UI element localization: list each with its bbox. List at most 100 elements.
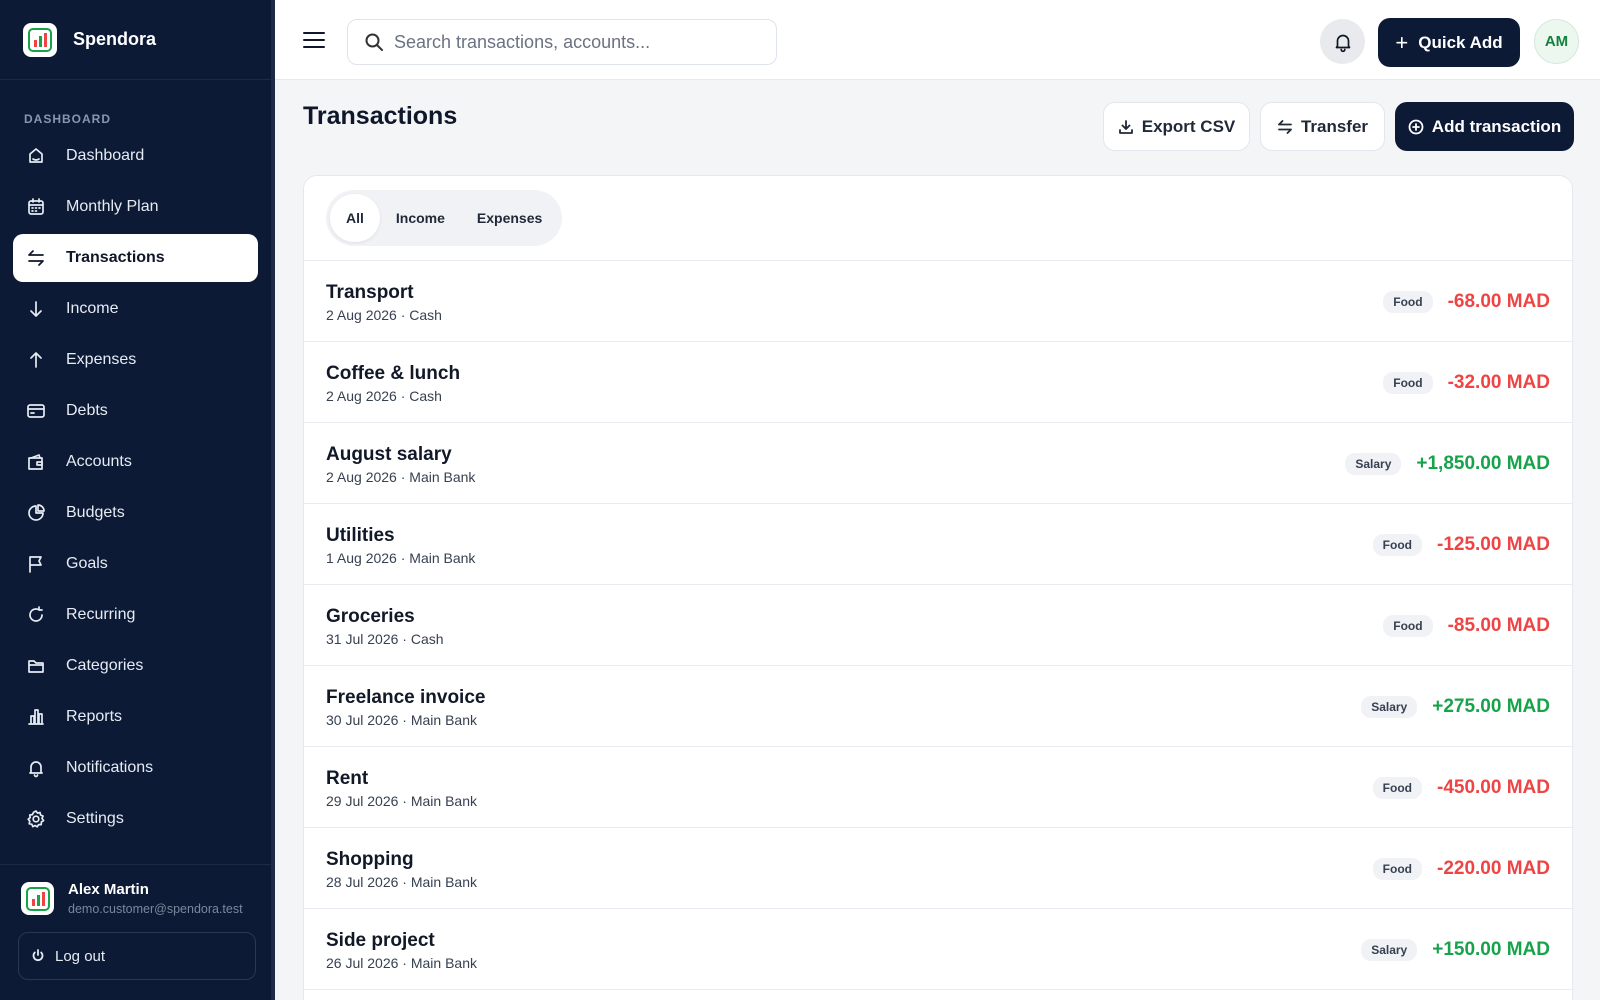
transaction-meta: 1 Aug 2026 · Main Bank [326, 550, 476, 566]
sidebar-item-notifications[interactable]: Notifications [13, 744, 258, 792]
sidebar-item-settings[interactable]: Settings [13, 795, 258, 843]
transaction-amount: -220.00 MAD [1437, 857, 1550, 879]
transaction-amount: -68.00 MAD [1447, 290, 1550, 312]
notifications-button[interactable] [1320, 19, 1365, 64]
user-email: demo.customer@spendora.test [68, 902, 243, 916]
wallet-icon [26, 452, 46, 472]
search-icon [365, 33, 383, 51]
sidebar-item-reports[interactable]: Reports [13, 693, 258, 741]
transaction-amount: -125.00 MAD [1437, 533, 1550, 555]
filter-bar: All Income Expenses [304, 176, 1572, 261]
brand[interactable]: Spendora [0, 0, 271, 80]
sidebar-item-goals[interactable]: Goals [13, 540, 258, 588]
sidebar-item-dashboard[interactable]: Dashboard [13, 132, 258, 180]
transaction-row[interactable]: Freelance invoice 30 Jul 2026 · Main Ban… [304, 666, 1572, 747]
category-badge: Food [1372, 857, 1422, 880]
transaction-amount: +150.00 MAD [1432, 938, 1550, 960]
page-title: Transactions [303, 102, 458, 130]
transaction-row[interactable]: Shopping 28 Jul 2026 · Main Bank Food -2… [304, 828, 1572, 909]
transaction-title: Transport [326, 282, 414, 303]
tab-income[interactable]: Income [380, 194, 461, 242]
sidebar-item-income[interactable]: Income [13, 285, 258, 333]
transactions-card: All Income Expenses Transport 2 Aug 2026… [303, 175, 1573, 1000]
quick-add-button[interactable]: + Quick Add [1378, 18, 1520, 67]
sidebar-item-expenses[interactable]: Expenses [13, 336, 258, 384]
sidebar-item-debts[interactable]: Debts [13, 387, 258, 435]
category-badge: Food [1383, 371, 1433, 394]
sidebar: Spendora DASHBOARD Dashboard Monthly Pla… [0, 0, 275, 1000]
transaction-title: August salary [326, 444, 452, 465]
sidebar-item-label: Reports [66, 708, 123, 725]
add-transaction-button[interactable]: Add transaction [1395, 102, 1574, 151]
transaction-meta: 2 Aug 2026 · Cash [326, 307, 442, 323]
transaction-row[interactable]: Side project 26 Jul 2026 · Main Bank Sal… [304, 909, 1572, 990]
transaction-title: Groceries [326, 606, 415, 627]
transfer-label: Transfer [1300, 116, 1369, 136]
transaction-row[interactable]: Utilities 1 Aug 2026 · Main Bank Food -1… [304, 504, 1572, 585]
search-bar[interactable] [347, 19, 777, 65]
transaction-row[interactable]: August salary 2 Aug 2026 · Main Bank Sal… [304, 423, 1572, 504]
sidebar-item-label: Accounts [66, 453, 132, 470]
transaction-title: Freelance invoice [326, 687, 486, 708]
folder-icon [26, 656, 46, 676]
category-badge: Salary [1361, 938, 1418, 961]
gear-icon [26, 809, 46, 829]
sidebar-item-accounts[interactable]: Accounts [13, 438, 258, 486]
flag-icon [26, 554, 46, 574]
sidebar-item-label: Notifications [66, 759, 154, 776]
user-panel: Alex Martin demo.customer@spendora.test … [0, 864, 271, 1000]
transaction-row[interactable]: Transport 2 Aug 2026 · Cash Food -68.00 … [304, 261, 1572, 342]
category-badge: Food [1372, 776, 1422, 799]
sidebar-item-monthly-plan[interactable]: Monthly Plan [13, 183, 258, 231]
avatar[interactable]: AM [1534, 19, 1579, 64]
export-csv-button[interactable]: Export CSV [1103, 102, 1250, 151]
calendar-icon [26, 197, 46, 217]
category-badge: Food [1383, 614, 1433, 637]
logout-label: Log out [55, 947, 106, 965]
transaction-meta: 28 Jul 2026 · Main Bank [326, 874, 477, 890]
category-badge: Salary [1361, 695, 1418, 718]
category-badge: Salary [1345, 452, 1402, 475]
sidebar-item-recurring[interactable]: Recurring [13, 591, 258, 639]
sidebar-item-label: Debts [66, 402, 108, 419]
logout-button[interactable]: Log out [18, 932, 256, 980]
sidebar-item-transactions[interactable]: Transactions [13, 234, 258, 282]
transaction-title: Utilities [326, 525, 395, 546]
arrow-up-icon [26, 350, 46, 370]
brand-name: Spendora [73, 29, 157, 49]
sidebar-item-label: Transactions [66, 249, 165, 266]
nav-section-label: DASHBOARD [24, 112, 111, 126]
arrows-exchange-icon [26, 248, 46, 268]
transaction-row[interactable]: Groceries 31 Jul 2026 · Cash Food -85.00… [304, 585, 1572, 666]
sidebar-item-categories[interactable]: Categories [13, 642, 258, 690]
bell-icon [1335, 34, 1350, 52]
tab-expenses[interactable]: Expenses [461, 194, 558, 242]
download-icon [1118, 119, 1133, 134]
quick-add-label: Quick Add [1418, 32, 1503, 52]
category-badge: Food [1383, 290, 1433, 313]
menu-icon[interactable] [301, 27, 327, 53]
plus-icon: + [1395, 29, 1409, 55]
transaction-row[interactable]: Rent 29 Jul 2026 · Main Bank Food -450.0… [304, 747, 1572, 828]
user-profile[interactable]: Alex Martin demo.customer@spendora.test [0, 865, 271, 916]
sidebar-item-label: Expenses [66, 351, 137, 368]
transaction-row[interactable]: Coffee & lunch 2 Aug 2026 · Cash Food -3… [304, 342, 1572, 423]
transaction-meta: 26 Jul 2026 · Main Bank [326, 955, 477, 971]
transaction-meta: 2 Aug 2026 · Main Bank [326, 469, 476, 485]
sidebar-item-budgets[interactable]: Budgets [13, 489, 258, 537]
tab-all[interactable]: All [330, 194, 380, 242]
sidebar-item-label: Income [66, 300, 119, 317]
export-csv-label: Export CSV [1141, 116, 1236, 136]
sidebar-item-label: Monthly Plan [66, 198, 159, 215]
transaction-meta: 29 Jul 2026 · Main Bank [326, 793, 477, 809]
add-transaction-label: Add transaction [1431, 116, 1562, 136]
transaction-meta: 2 Aug 2026 · Cash [326, 388, 442, 404]
transaction-amount: -85.00 MAD [1447, 614, 1550, 636]
arrows-exchange-icon [1278, 119, 1292, 134]
category-badge: Food [1372, 533, 1422, 556]
sidebar-item-label: Dashboard [66, 147, 145, 164]
search-input[interactable] [394, 31, 754, 53]
topbar: + Quick Add AM [275, 0, 1600, 80]
transfer-button[interactable]: Transfer [1260, 102, 1385, 151]
transaction-title: Coffee & lunch [326, 363, 461, 384]
